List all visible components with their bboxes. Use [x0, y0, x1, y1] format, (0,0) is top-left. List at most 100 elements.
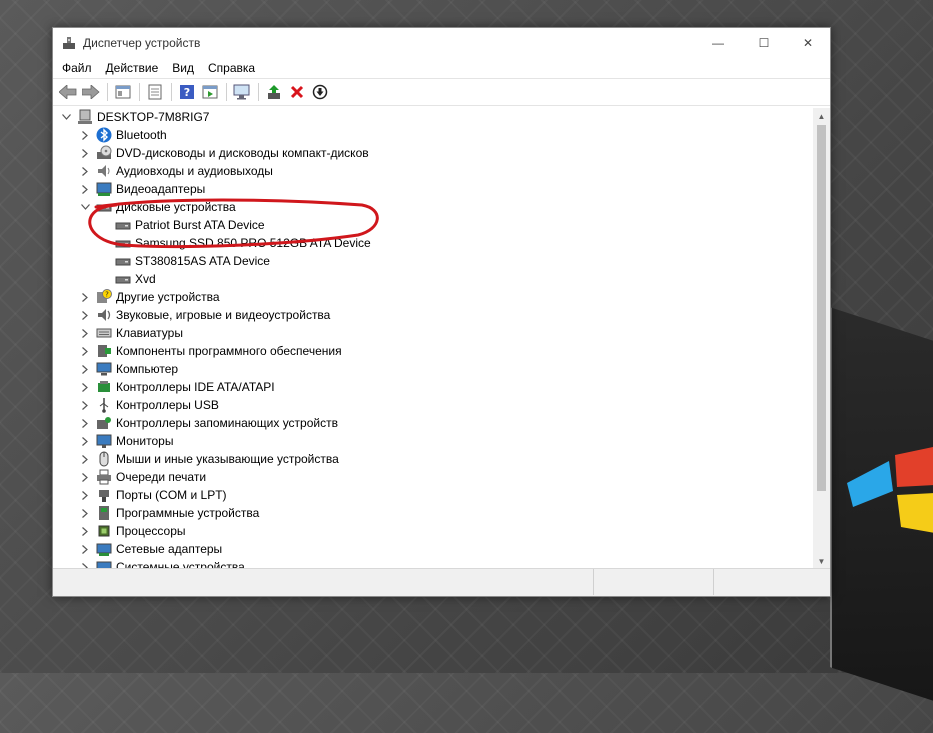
software-device-icon [99, 506, 109, 520]
chevron-right-icon[interactable] [79, 162, 91, 180]
toolbar-separator [139, 83, 140, 101]
chevron-right-icon[interactable] [79, 360, 91, 378]
device-label: Другие устройства [116, 290, 220, 304]
chevron-right-icon[interactable] [79, 324, 91, 342]
help-icon: ? [180, 85, 194, 99]
tree-category[interactable]: Компьютер [53, 360, 814, 378]
device-label: Bluetooth [116, 128, 167, 142]
disk-drive-icon [115, 258, 131, 266]
window-title: Диспетчер устройств [83, 36, 201, 50]
help-button[interactable]: ? [176, 81, 198, 103]
chevron-right-icon[interactable] [79, 180, 91, 198]
show-hidden-button[interactable] [144, 81, 166, 103]
tree-category[interactable]: Клавиатуры [53, 324, 814, 342]
chevron-right-icon[interactable] [79, 144, 91, 162]
device-manager-window: Диспетчер устройств — ☐ ✕ Файл Действие … [52, 27, 831, 597]
chevron-right-icon[interactable] [79, 342, 91, 360]
chevron-right-icon[interactable] [79, 378, 91, 396]
menu-file[interactable]: Файл [55, 58, 99, 78]
scan-hardware-icon [233, 84, 250, 100]
device-label: Аудиовходы и аудиовыходы [116, 164, 273, 178]
software-component-icon [98, 345, 111, 357]
close-button[interactable]: ✕ [785, 28, 831, 58]
chevron-down-icon[interactable] [60, 108, 72, 126]
scroll-thumb[interactable] [817, 125, 826, 491]
minimize-button[interactable]: — [695, 28, 741, 58]
tree-category[interactable]: Очереди печати [53, 468, 814, 486]
back-button[interactable] [57, 81, 79, 103]
tree-device-item[interactable]: Patriot Burst ATA Device [53, 216, 814, 234]
tree-category[interactable]: Дисковые устройства [53, 198, 814, 216]
tree-category[interactable]: Сетевые адаптеры [53, 540, 814, 558]
chevron-right-icon[interactable] [79, 288, 91, 306]
tree-device-item[interactable]: Samsung SSD 850 PRO 512GB ATA Device [53, 234, 814, 252]
device-label: Контроллеры USB [116, 398, 219, 412]
scan-hardware-button[interactable] [231, 81, 253, 103]
tree-category[interactable]: Мыши и иные указывающие устройства [53, 450, 814, 468]
maximize-icon: ☐ [758, 36, 770, 50]
chevron-right-icon[interactable] [79, 540, 91, 558]
chevron-right-icon[interactable] [79, 486, 91, 504]
uninstall-button[interactable] [286, 81, 308, 103]
vertical-scrollbar[interactable]: ▲ ▼ [813, 108, 830, 570]
unknown-device-icon: ? [97, 289, 112, 303]
ide-controller-icon [98, 381, 110, 392]
update-driver-button[interactable] [263, 81, 285, 103]
chevron-down-icon[interactable] [79, 198, 91, 216]
chevron-right-icon[interactable] [79, 450, 91, 468]
menu-help[interactable]: Справка [201, 58, 262, 78]
chevron-right-icon[interactable] [79, 522, 91, 540]
device-label: Мониторы [116, 434, 174, 448]
status-segment [713, 569, 830, 595]
forward-button[interactable] [80, 81, 102, 103]
device-label: Xvd [135, 272, 156, 286]
storage-controller-icon [97, 417, 111, 429]
menu-view[interactable]: Вид [165, 58, 201, 78]
tree-device-item[interactable]: Xvd [53, 270, 814, 288]
tree-category[interactable]: Контроллеры IDE ATA/ATAPI [53, 378, 814, 396]
chevron-right-icon[interactable] [79, 414, 91, 432]
disk-drive-icon [96, 204, 112, 212]
mouse-icon [99, 451, 109, 467]
chevron-right-icon[interactable] [79, 126, 91, 144]
tree-category[interactable]: Мониторы [53, 432, 814, 450]
chevron-up-icon: ▲ [817, 112, 826, 121]
tree-category[interactable]: Программные устройства [53, 504, 814, 522]
chevron-right-icon[interactable] [79, 432, 91, 450]
chevron-right-icon[interactable] [79, 396, 91, 414]
back-arrow-icon [59, 85, 77, 99]
chevron-right-icon[interactable] [79, 468, 91, 486]
tree-category[interactable]: Видеоадаптеры [53, 180, 814, 198]
tree-category[interactable]: Контроллеры USB [53, 396, 814, 414]
computer-root-icon [78, 109, 92, 124]
tree-category[interactable]: DVD-дисководы и дисководы компакт-дисков [53, 144, 814, 162]
tree-category[interactable]: Компоненты программного обеспечения [53, 342, 814, 360]
menu-action[interactable]: Действие [99, 58, 166, 78]
maximize-button[interactable]: ☐ [741, 28, 787, 58]
tree-category[interactable]: Звуковые, игровые и видеоустройства [53, 306, 814, 324]
status-bar [53, 568, 830, 596]
toolbar-separator [258, 83, 259, 101]
tree-category[interactable]: ? Другие устройства [53, 288, 814, 306]
tree-category[interactable]: Bluetooth [53, 126, 814, 144]
tree-device-item[interactable]: ST380815AS ATA Device [53, 252, 814, 270]
port-icon [99, 490, 109, 502]
tree-category[interactable]: Порты (COM и LPT) [53, 486, 814, 504]
disable-device-button[interactable] [309, 81, 331, 103]
network-adapter-icon [96, 543, 112, 556]
tree-category[interactable]: Процессоры [53, 522, 814, 540]
properties-button[interactable] [112, 81, 134, 103]
scroll-up-button[interactable]: ▲ [813, 108, 830, 125]
device-tree[interactable]: DESKTOP-7M8RIG7 Bluetooth DVD-дисководы и … [53, 108, 814, 570]
show-hidden-icon [148, 84, 162, 100]
tree-category[interactable]: Аудиовходы и аудиовыходы [53, 162, 814, 180]
chevron-right-icon[interactable] [79, 504, 91, 522]
toolbar: ? [53, 78, 830, 106]
action-view-button[interactable] [199, 81, 221, 103]
disk-drive-icon [115, 240, 131, 248]
chevron-right-icon[interactable] [79, 306, 91, 324]
device-label: Samsung SSD 850 PRO 512GB ATA Device [135, 236, 371, 250]
tree-category[interactable]: Контроллеры запоминающих устройств [53, 414, 814, 432]
tree-root[interactable]: DESKTOP-7M8RIG7 [53, 108, 814, 126]
device-label: Мыши и иные указывающие устройства [116, 452, 339, 466]
